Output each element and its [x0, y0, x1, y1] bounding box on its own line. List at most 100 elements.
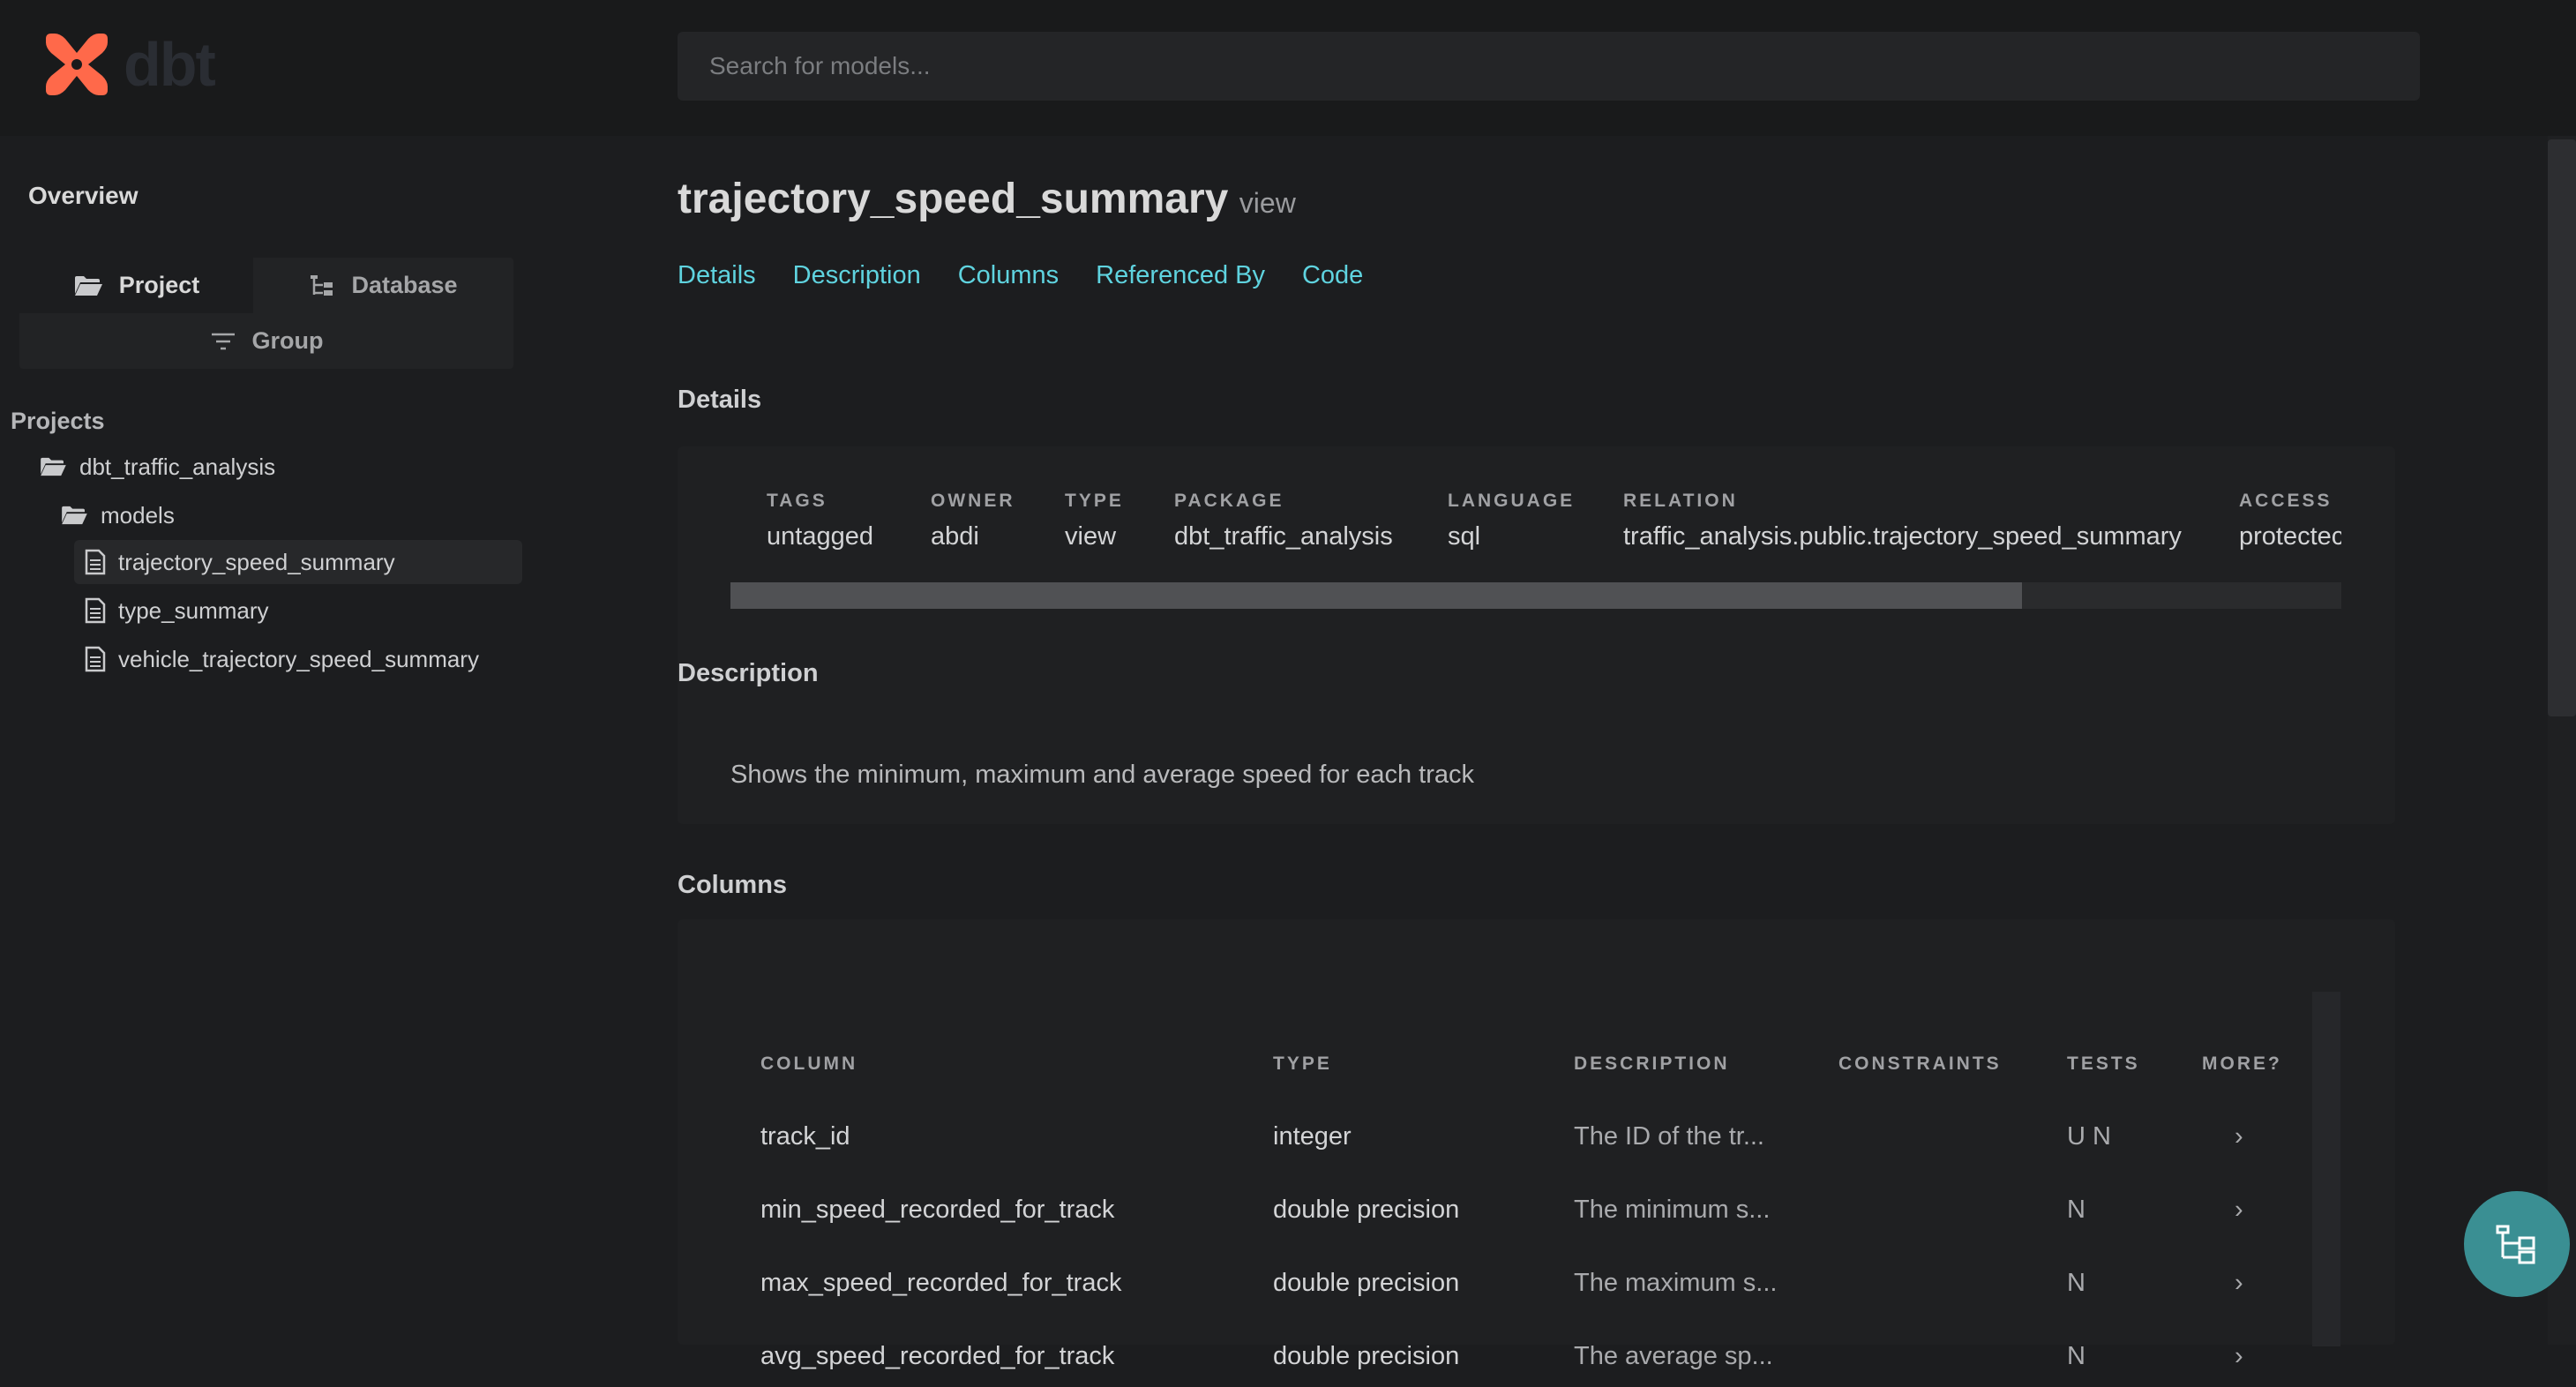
filter-lines-icon	[211, 333, 235, 349]
field-package: PACKAGE dbt_traffic_analysis	[1174, 491, 1393, 551]
top-header: dbt	[0, 0, 2576, 136]
cell-description: The average sp...	[1574, 1342, 1773, 1370]
field-value: view	[1065, 522, 1117, 551]
projects-heading: Projects	[11, 408, 105, 434]
field-value: protectec	[2239, 522, 2341, 551]
column-header: DESCRIPTION	[1574, 1053, 1730, 1074]
cell-type: double precision	[1273, 1269, 1460, 1297]
cell-tests: N	[2067, 1342, 2086, 1370]
logo-text: dbt	[124, 30, 216, 99]
field-access: ACCESS protectec	[2239, 491, 2341, 551]
tab-project-label: Project	[118, 272, 200, 298]
field-label: TYPE	[1065, 491, 1124, 511]
cell-column: min_speed_recorded_for_track	[760, 1196, 1115, 1224]
model-name: trajectory_speed_summary	[678, 176, 1229, 222]
tab-group[interactable]: Group	[19, 313, 513, 369]
field-value: untagged	[767, 522, 873, 551]
columns-vertical-scrollbar[interactable]	[2312, 992, 2340, 1346]
columns-table: COLUMN TYPE DESCRIPTION CONSTRAINTS TEST…	[678, 992, 2395, 1387]
page-title: trajectory_speed_summary view	[678, 175, 1296, 223]
cell-tests: U N	[2067, 1122, 2111, 1151]
lineage-graph-icon	[2496, 1225, 2535, 1264]
view-switcher: Project Database Group	[19, 258, 513, 369]
field-label: ACCESS	[2239, 491, 2333, 511]
field-value: sql	[1448, 522, 1481, 551]
columns-card: COLUMN TYPE DESCRIPTION CONSTRAINTS TEST…	[678, 919, 2395, 1370]
cell-description: The minimum s...	[1574, 1196, 1771, 1224]
tree-file-item[interactable]: type_summary	[85, 589, 269, 633]
description-text: Shows the minimum, maximum and average s…	[730, 761, 1474, 789]
field-label: RELATION	[1623, 491, 1738, 511]
details-fields: TAGS untagged OWNER abdi TYPE view PACKA…	[678, 446, 2341, 579]
document-icon	[85, 646, 106, 672]
tab-group-label: Group	[251, 327, 324, 354]
model-kind: view	[1239, 187, 1296, 219]
field-value: traffic_analysis.public.trajectory_speed…	[1623, 522, 2182, 551]
tab-details[interactable]: Details	[678, 261, 756, 290]
tab-database[interactable]: Database	[253, 258, 513, 313]
folder-open-icon	[74, 275, 102, 296]
field-tags: TAGS untagged	[767, 491, 873, 551]
section-tabs: Details Description Columns Referenced B…	[678, 261, 1363, 290]
tree-project-label: dbt_traffic_analysis	[79, 453, 276, 480]
field-value: dbt_traffic_analysis	[1174, 522, 1393, 551]
lineage-graph-button[interactable]	[2464, 1191, 2570, 1297]
cell-type: integer	[1273, 1122, 1352, 1151]
overview-link[interactable]: Overview	[28, 182, 139, 210]
field-label: OWNER	[931, 491, 1015, 511]
tree-folder-item[interactable]: models	[60, 493, 175, 537]
tree-folder-label: models	[101, 501, 175, 529]
folder-open-icon	[41, 457, 66, 476]
tab-code[interactable]: Code	[1302, 261, 1363, 290]
expand-chevron-icon[interactable]: ›	[2235, 1342, 2243, 1371]
field-value: abdi	[931, 522, 979, 551]
tree-file-label: trajectory_speed_summary	[118, 548, 395, 575]
tab-project[interactable]: Project	[19, 258, 253, 313]
expand-chevron-icon[interactable]: ›	[2235, 1196, 2243, 1225]
tab-referenced-by[interactable]: Referenced By	[1096, 261, 1265, 290]
tree-file-label: type_summary	[118, 596, 269, 624]
expand-chevron-icon[interactable]: ›	[2235, 1269, 2243, 1298]
tree-file-item[interactable]: trajectory_speed_summary	[74, 540, 522, 584]
tab-columns[interactable]: Columns	[958, 261, 1059, 290]
details-horizontal-scrollbar[interactable]	[730, 582, 2341, 609]
column-header: CONSTRAINTS	[1838, 1053, 2002, 1074]
tree-file-item[interactable]: vehicle_trajectory_speed_summary	[85, 637, 479, 681]
cell-column: max_speed_recorded_for_track	[760, 1269, 1122, 1297]
column-header: COLUMN	[760, 1053, 858, 1074]
tree-project-item[interactable]: dbt_traffic_analysis	[39, 445, 275, 489]
cell-column: track_id	[760, 1122, 850, 1151]
columns-heading: Columns	[678, 871, 788, 899]
cell-description: The ID of the tr...	[1574, 1122, 1764, 1151]
cell-type: double precision	[1273, 1342, 1460, 1370]
field-type: TYPE view	[1065, 491, 1124, 551]
field-relation: RELATION traffic_analysis.public.traject…	[1623, 491, 2182, 551]
tree-file-label: vehicle_trajectory_speed_summary	[118, 645, 479, 672]
document-icon	[85, 597, 106, 624]
field-label: PACKAGE	[1174, 491, 1284, 511]
field-label: TAGS	[767, 491, 827, 511]
expand-chevron-icon[interactable]: ›	[2235, 1122, 2243, 1151]
description-heading: Description	[678, 659, 819, 687]
details-heading: Details	[678, 386, 762, 414]
cell-tests: N	[2067, 1196, 2086, 1224]
column-header: MORE?	[2202, 1053, 2282, 1074]
scrollbar-thumb[interactable]	[730, 582, 2022, 609]
search-input[interactable]	[678, 32, 2420, 101]
field-owner: OWNER abdi	[931, 491, 1015, 551]
tab-description[interactable]: Description	[793, 261, 921, 290]
cell-tests: N	[2067, 1269, 2086, 1297]
folder-open-icon	[62, 506, 87, 525]
column-header: TESTS	[2067, 1053, 2140, 1074]
cell-column: avg_speed_recorded_for_track	[760, 1342, 1115, 1370]
dbt-logo[interactable]: dbt	[42, 30, 216, 99]
document-icon	[85, 549, 106, 575]
field-label: LANGUAGE	[1448, 491, 1576, 511]
details-card: TAGS untagged OWNER abdi TYPE view PACKA…	[678, 446, 2395, 755]
column-header: TYPE	[1273, 1053, 1332, 1074]
description-card: Shows the minimum, maximum and average s…	[678, 722, 2395, 824]
cell-type: double precision	[1273, 1196, 1460, 1224]
cell-description: The maximum s...	[1574, 1269, 1778, 1297]
page-scrollbar-thumb[interactable]	[2548, 139, 2576, 716]
sidebar: Overview Project Database Group Projects…	[0, 136, 529, 1345]
